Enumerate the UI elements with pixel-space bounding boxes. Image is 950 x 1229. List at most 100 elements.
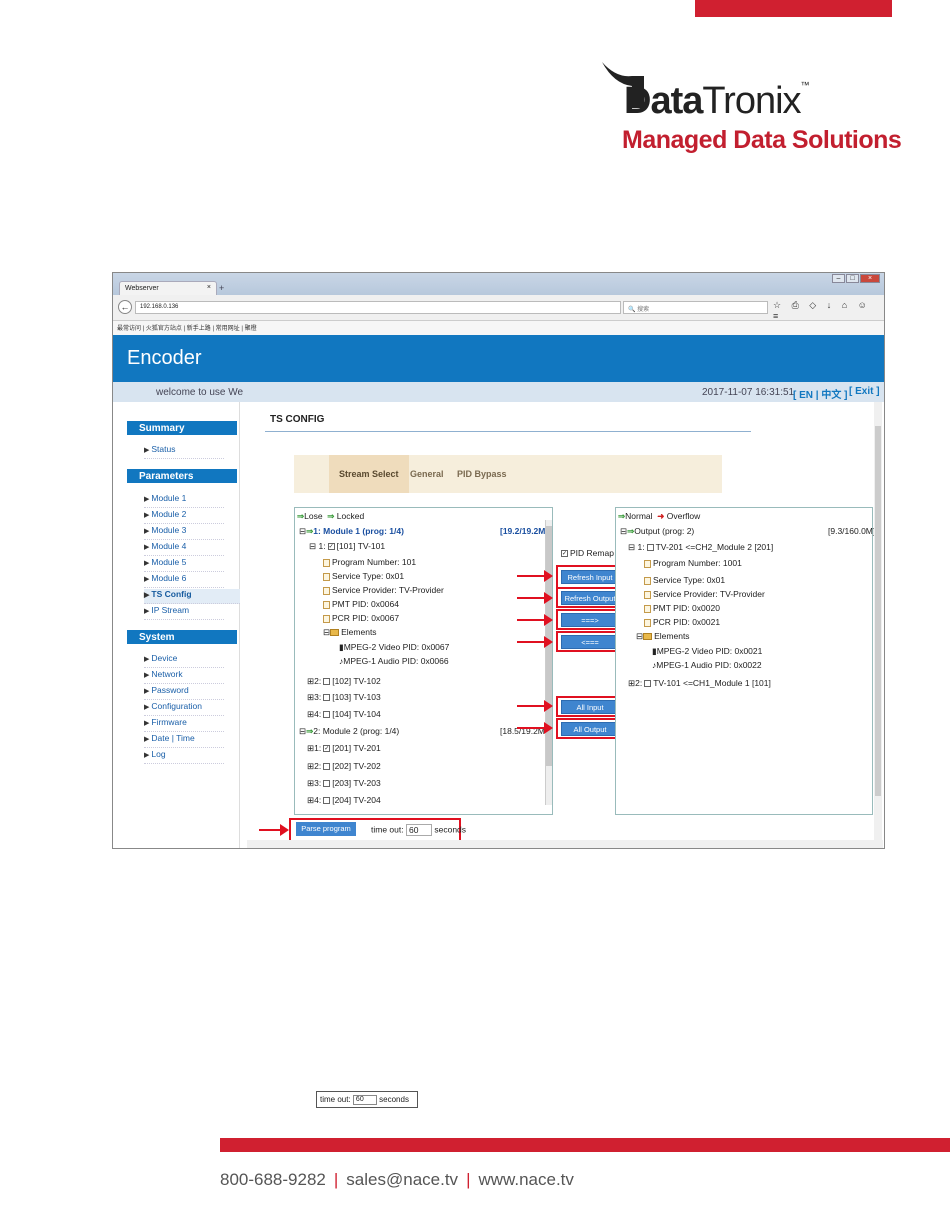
logo-tagline: Managed Data Solutions (622, 126, 902, 154)
output-tree-panel[interactable]: ⇒Normal ➜ Overflow ⊟⇒Output (prog: 2) [9… (615, 507, 875, 815)
sidebar-item-module-4[interactable]: ▶ Module 4 (144, 541, 224, 556)
browser-tab[interactable]: Webserver × (119, 281, 217, 296)
maximize-icon[interactable]: □ (846, 274, 859, 283)
tree-leaf: ▮MPEG-2 Video PID: 0x0067 (339, 642, 450, 652)
input-tree-scrollbar[interactable] (545, 520, 552, 805)
checkbox[interactable] (646, 544, 654, 552)
sidebar-item-module-3[interactable]: ▶ Module 3 (144, 525, 224, 540)
tree-program-203[interactable]: ⊞3: [203] TV-203 (307, 778, 381, 789)
close-window-icon[interactable]: × (860, 274, 880, 283)
tree-elements[interactable]: ⊟ Elements (323, 627, 377, 638)
back-icon[interactable]: ← (118, 300, 132, 314)
module-1-bitrate: [19.2/19.2M] (500, 526, 549, 536)
pointer-arrow (517, 636, 553, 648)
timeout-control: time out: 60 seconds (371, 824, 467, 836)
browser-search-field[interactable]: 🔍 搜索 (623, 301, 768, 314)
timeout-snippet: time out: 60 seconds (316, 1091, 418, 1108)
tree-output-program-1[interactable]: ⊟ 1: TV-201 <=CH2_Module 2 [201] (628, 542, 773, 553)
new-tab-icon[interactable]: + (219, 283, 224, 293)
tree-program-201[interactable]: ⊞1: ✓ [201] TV-201 (307, 743, 381, 754)
sidebar-item-ip-stream[interactable]: ▶ IP Stream (144, 605, 224, 620)
sidebar-item-module-1[interactable]: ▶ Module 1 (144, 493, 224, 508)
browser-toolbar-icons[interactable]: ☆ ⎙ ◇ ↓ ⌂ ☺ ≡ (773, 300, 884, 321)
file-icon (644, 559, 651, 568)
tree-program-101[interactable]: ⊟ 1: ✓ [101] TV-101 (309, 541, 385, 552)
sidebar-item-ts-config[interactable]: ▶ TS Config (144, 589, 240, 604)
sidebar-item-log[interactable]: ▶ Log (144, 749, 224, 764)
pid-remap-option[interactable]: ✓ PID Remap (559, 548, 614, 558)
footer-website[interactable]: www.nace.tv (478, 1170, 573, 1189)
timeout-snippet-input: 60 (352, 1095, 377, 1105)
pointer-arrow (517, 570, 553, 582)
folder-icon (330, 629, 340, 637)
checkbox[interactable]: ✓ (323, 745, 331, 753)
tree-module-2[interactable]: ⊟⇒2: Module 2 (prog: 1/4) (299, 726, 399, 737)
sidebar-item-date-time[interactable]: ▶ Date | Time (144, 733, 224, 748)
checkbox[interactable] (323, 678, 331, 686)
tab-stream-select[interactable]: Stream Select (329, 455, 409, 493)
browser-urlbar: ← 192.168.0.136 🔍 搜索 ☆ ⎙ ◇ ↓ ⌂ ☺ ≡ (113, 295, 884, 321)
program-101-checkbox[interactable]: ✓ (327, 543, 335, 551)
pointer-arrow (517, 722, 553, 734)
sidebar-item-module-6[interactable]: ▶ Module 6 (144, 573, 224, 588)
sidebar-item-configuration[interactable]: ▶ Configuration (144, 701, 224, 716)
sidebar-item-module-2[interactable]: ▶ Module 2 (144, 509, 224, 524)
logo-wordmark: TDataTronix™ (624, 80, 810, 122)
checkbox[interactable] (323, 797, 331, 805)
sidebar-summary-header: Summary (127, 421, 237, 435)
sidebar-parameters-header: Parameters (127, 469, 237, 483)
minimize-icon[interactable]: – (832, 274, 845, 283)
file-icon (644, 618, 651, 627)
tree-leaf: ♪MPEG-1 Audio PID: 0x0022 (652, 660, 762, 670)
footer-email[interactable]: sales@nace.tv (346, 1170, 458, 1189)
checkbox[interactable] (644, 680, 652, 688)
welcome-bar: welcome to use We 2017-11-07 16:31:51 [ … (113, 382, 884, 402)
app-title: Encoder (127, 347, 202, 369)
checkbox[interactable] (323, 694, 331, 702)
tree-leaf: ▮MPEG-2 Video PID: 0x0021 (652, 646, 763, 656)
tab-close-icon[interactable]: × (207, 284, 211, 291)
file-icon (323, 600, 330, 609)
tree-program-204[interactable]: ⊞4: [204] TV-204 (307, 795, 381, 806)
app-header: Encoder (113, 335, 884, 382)
sidebar-item-password[interactable]: ▶ Password (144, 685, 224, 700)
tree-output-elements[interactable]: ⊟ Elements (636, 631, 690, 642)
checkbox[interactable] (323, 711, 331, 719)
tree-program-103[interactable]: ⊞3: [103] TV-103 (307, 692, 381, 703)
tree-leaf: Service Provider: TV-Provider (323, 585, 444, 595)
parse-program-button[interactable]: Parse program (296, 822, 356, 836)
sidebar-item-module-5[interactable]: ▶ Module 5 (144, 557, 224, 572)
input-tree-panel[interactable]: ⇒Lose ⇒ Locked ⊟⇒1: Module 1 (prog: 1/4)… (294, 507, 553, 815)
language-switch[interactable]: [ EN | 中文 ] (793, 386, 847, 401)
bookmarks-bar[interactable]: 最常访问 | 火狐官方站点 | 新手上路 | 常用网址 | 聚橙 (113, 321, 884, 335)
folder-icon (643, 633, 653, 641)
page-horizontal-scrollbar[interactable] (247, 840, 883, 848)
sidebar-item-firmware[interactable]: ▶ Firmware (144, 717, 224, 732)
pointer-arrow (259, 824, 289, 836)
checkbox[interactable] (323, 780, 331, 788)
tree-output[interactable]: ⊟⇒Output (prog: 2) (620, 526, 694, 537)
url-field[interactable]: 192.168.0.136 (135, 301, 621, 314)
checkbox[interactable] (323, 763, 331, 771)
tree-leaf: PMT PID: 0x0064 (323, 599, 399, 609)
sidebar-item-network[interactable]: ▶ Network (144, 669, 224, 684)
page-vertical-scrollbar[interactable] (874, 402, 882, 842)
tree-leaf: Program Number: 101 (323, 557, 416, 567)
tree-output-program-2[interactable]: ⊞2: TV-101 <=CH1_Module 1 [101] (628, 678, 771, 689)
footer-red-bar (220, 1138, 950, 1152)
top-red-bar (695, 0, 892, 17)
sidebar: Summary ▶ Status Parameters ▶ Module 1 ▶ Mo… (127, 402, 240, 848)
tree-program-102[interactable]: ⊞2: [102] TV-102 (307, 676, 381, 687)
tab-general[interactable]: General (410, 469, 444, 479)
tree-leaf: Service Type: 0x01 (323, 571, 404, 581)
pointer-arrow (517, 700, 553, 712)
tree-leaf: PCR PID: 0x0021 (644, 617, 720, 627)
tree-module-1[interactable]: ⊟⇒1: Module 1 (prog: 1/4) (299, 526, 404, 537)
sidebar-item-device[interactable]: ▶ Device (144, 653, 224, 668)
tab-pid-bypass[interactable]: PID Bypass (457, 469, 507, 479)
tree-program-202[interactable]: ⊞2: [202] TV-202 (307, 761, 381, 772)
timeout-input[interactable]: 60 (405, 824, 432, 836)
sidebar-item-status[interactable]: ▶ Status (144, 444, 224, 459)
exit-link[interactable]: [ Exit ] (849, 386, 880, 397)
tree-program-104[interactable]: ⊞4: [104] TV-104 (307, 709, 381, 720)
